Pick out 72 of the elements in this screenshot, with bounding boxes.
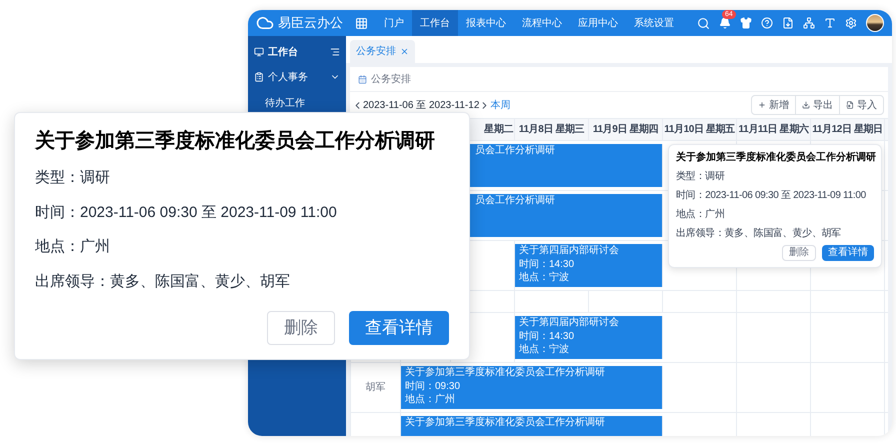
event-block[interactable]: 关于参加第三季度标准化委员会工作分析调研 时间：09:30 地点：广州	[401, 366, 663, 409]
event-title: 关于第四届内部研讨会	[519, 244, 620, 258]
popover-detail: 地点：广州	[676, 208, 726, 222]
sidebar-subitem[interactable]: 待办工作	[248, 90, 346, 116]
date-range: 2023-11-06 至 2023-11-12	[363, 98, 480, 112]
event-title: 关于参加第三季度标准化委员会工作分析调研	[405, 416, 606, 430]
help-icon[interactable]	[761, 17, 773, 29]
delete-button[interactable]: 删除	[267, 311, 335, 345]
avatar[interactable]	[866, 14, 884, 32]
details-button[interactable]: 查看详情	[822, 245, 874, 261]
popover-detail: 出席领导：黄多、陈国富、黄少、胡军	[35, 272, 291, 292]
text-icon[interactable]	[824, 17, 836, 29]
search-icon[interactable]	[697, 16, 710, 30]
app-name: 易臣云办公	[278, 14, 343, 32]
shirt-icon[interactable]	[740, 17, 752, 29]
event-block[interactable]: 关于参加第三季度标准化委员会工作分析调研	[401, 416, 663, 436]
toolbar-button[interactable]: 新增	[752, 96, 796, 114]
event-title: 关于第四届内部研讨会	[519, 316, 620, 330]
document-icon[interactable]	[782, 17, 794, 29]
close-icon[interactable]	[400, 47, 409, 56]
sidebar-item[interactable]: 工作台	[248, 40, 346, 64]
current-week-link[interactable]: 本周	[490, 98, 510, 112]
column-header: 11月8日 星期三	[518, 122, 584, 137]
import-icon	[846, 101, 854, 109]
event-time: 时间：14:30	[519, 330, 576, 343]
column-header: 11月10日 星期五	[664, 122, 735, 137]
apps-grid-icon[interactable]	[355, 16, 368, 30]
event-title: 关于参加第三季度标准化委员会工作分析调研	[405, 366, 606, 380]
toolbar-button[interactable]: 导入	[840, 96, 883, 114]
nav-tab[interactable]: 流程中心	[514, 10, 570, 36]
popover-title: 关于参加第三季度标准化委员会工作分析调研	[676, 151, 874, 165]
calendar-icon	[358, 74, 367, 84]
breadcrumb: 公务安排	[371, 72, 411, 86]
event-time: 时间：09:30	[405, 380, 462, 393]
event-block[interactable]: 关于第四届内部研讨会 时间：14:30 地点：宁波	[515, 316, 663, 359]
event-place: 地点：宁波	[519, 343, 570, 356]
nav-tab[interactable]: 门户	[376, 10, 412, 36]
bell-icon[interactable]	[719, 17, 731, 29]
delete-button[interactable]: 删除	[782, 245, 816, 261]
sidebar-item[interactable]: 个人事务	[248, 64, 346, 90]
popover-detail: 时间：2023-11-06 09:30 至 2023-11-09 11:00	[676, 188, 867, 203]
column-header: 星期二	[484, 122, 513, 137]
column-header: 11月11日 星期六	[738, 122, 808, 137]
event-place: 地点：宁波	[519, 271, 570, 284]
nav-tab[interactable]: 系统设置	[626, 10, 682, 36]
details-button[interactable]: 查看详情	[349, 311, 449, 345]
export-icon	[802, 101, 810, 109]
popover-detail: 地点：广州	[35, 237, 111, 257]
page-tab[interactable]: 公务安排	[350, 40, 415, 63]
nav-tab[interactable]: 报表中心	[458, 10, 514, 36]
menu-icon[interactable]	[330, 47, 340, 57]
popover-detail: 类型：调研	[676, 170, 726, 184]
add-icon	[758, 101, 766, 109]
monitor-icon	[254, 47, 264, 57]
leader-name: 胡军	[366, 380, 386, 395]
nav-tab[interactable]: 应用中心	[570, 10, 626, 36]
popover-detail: 出席领导：黄多、陈国富、黄少、胡军	[676, 226, 842, 241]
event-place: 地点：广州	[405, 393, 456, 406]
nav-tab[interactable]: 工作台	[412, 10, 458, 36]
popover-detail: 时间：2023-11-06 09:30 至 2023-11-09 11:00	[35, 202, 338, 222]
event-block[interactable]: 关于第四届内部研讨会 时间：14:30 地点：宁波	[515, 244, 663, 287]
cloud-logo-icon	[256, 14, 274, 32]
popover-detail: 类型：调研	[35, 168, 111, 188]
column-header: 11月12日 星期日	[812, 122, 883, 137]
clipboard-icon	[254, 72, 264, 82]
event-title: 员会工作分析调研	[475, 144, 556, 158]
column-header: 11月9日 星期四	[592, 122, 658, 137]
org-chart-icon[interactable]	[803, 17, 815, 29]
event-title: 员会工作分析调研	[475, 194, 556, 208]
event-time: 时间：14:30	[519, 258, 576, 271]
toolbar-button[interactable]: 导出	[796, 96, 840, 114]
settings-icon[interactable]	[845, 17, 857, 29]
